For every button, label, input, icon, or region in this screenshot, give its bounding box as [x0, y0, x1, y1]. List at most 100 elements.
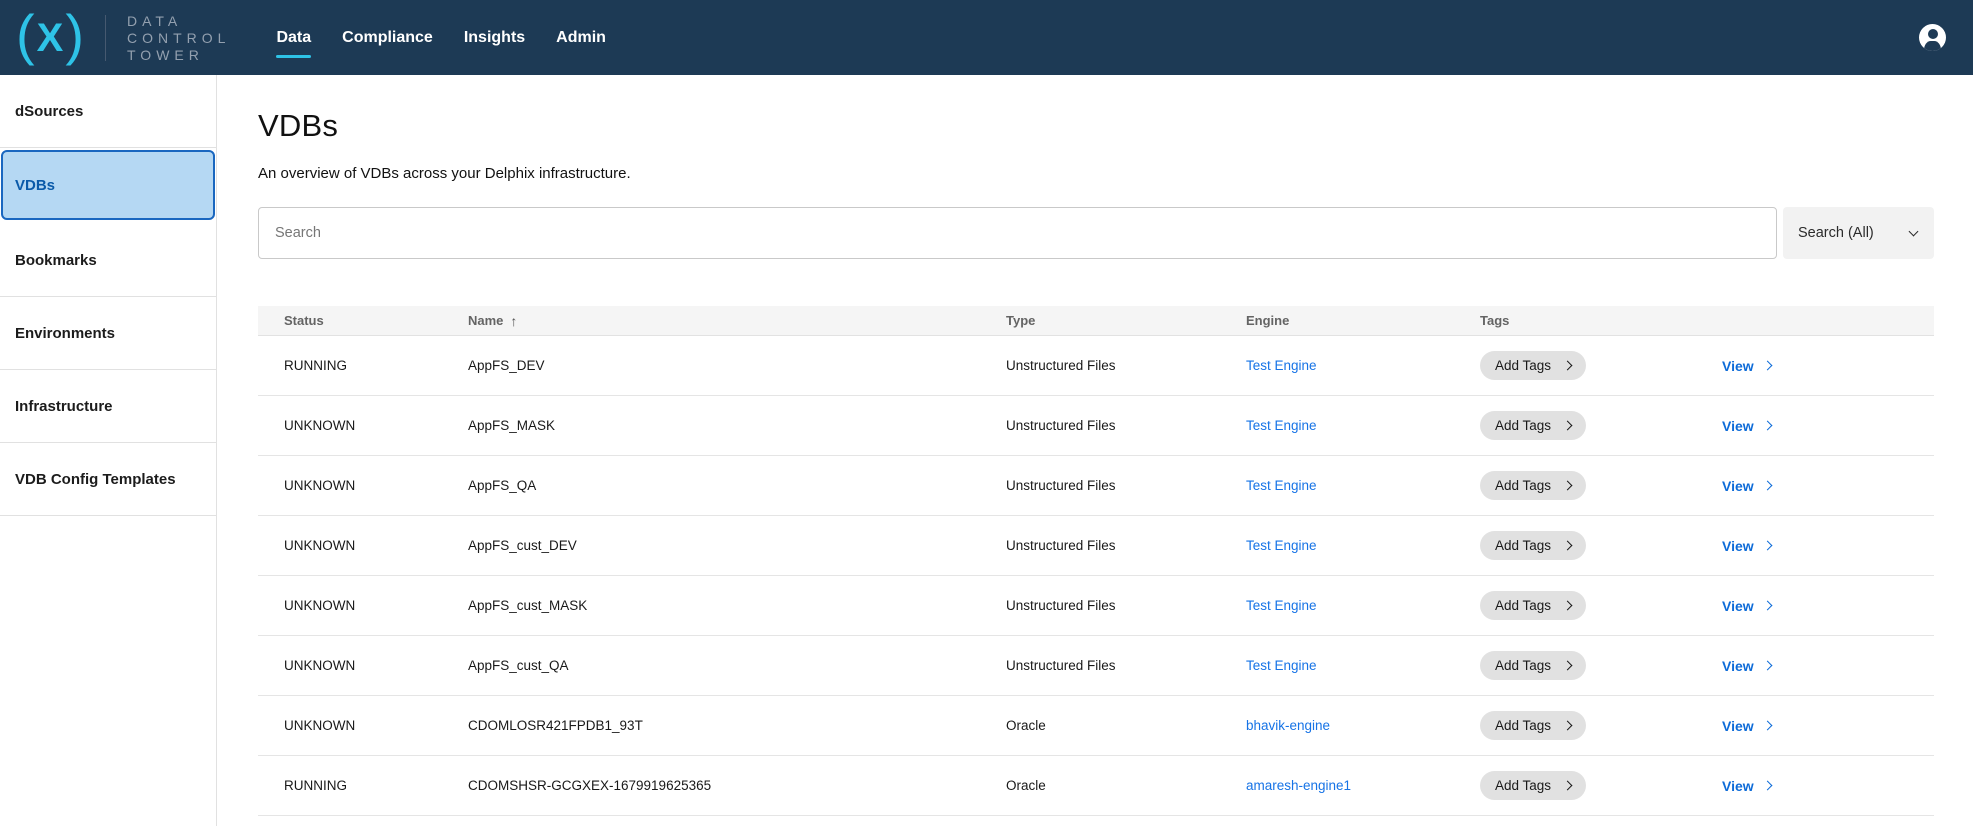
sidebar-item-label: VDB Config Templates: [15, 471, 176, 488]
account-icon-body: [1924, 41, 1941, 51]
view-label: View: [1722, 358, 1754, 374]
engine-link[interactable]: bhavik-engine: [1246, 718, 1330, 733]
add-tags-label: Add Tags: [1495, 478, 1551, 493]
add-tags-button[interactable]: Add Tags: [1480, 351, 1586, 380]
sidebar-item-vdbs[interactable]: VDBs: [0, 150, 216, 224]
type-cell: Unstructured Files: [1006, 598, 1246, 613]
nav-tab-data[interactable]: Data: [276, 29, 311, 47]
view-link[interactable]: View: [1722, 718, 1771, 734]
sidebar-item-dsources[interactable]: dSources: [0, 75, 216, 148]
add-tags-label: Add Tags: [1495, 778, 1551, 793]
add-tags-button[interactable]: Add Tags: [1480, 591, 1586, 620]
name-cell: AppFS_MASK: [468, 418, 1006, 433]
sidebar-item-label: VDBs: [15, 177, 55, 194]
column-header-engine[interactable]: Engine: [1246, 313, 1480, 328]
account-icon[interactable]: [1919, 24, 1946, 51]
view-link[interactable]: View: [1722, 598, 1771, 614]
logo-divider: [105, 15, 106, 61]
column-header-name[interactable]: Name ↑: [468, 313, 1006, 329]
logo-paren: (: [16, 7, 35, 63]
table-header-row: Status Name ↑ Type Engine Tags: [258, 306, 1934, 336]
column-header-tags[interactable]: Tags: [1480, 313, 1722, 328]
sidebar-item-environments[interactable]: Environments: [0, 297, 216, 370]
type-cell: Oracle: [1006, 778, 1246, 793]
view-link[interactable]: View: [1722, 778, 1771, 794]
add-tags-label: Add Tags: [1495, 358, 1551, 373]
table-body: RUNNING AppFS_DEV Unstructured Files Tes…: [258, 336, 1934, 816]
wordmark-line: DATA: [127, 13, 230, 29]
column-header-status[interactable]: Status: [284, 313, 468, 328]
chevron-right-icon: [1563, 541, 1573, 551]
sidebar-active-highlight: VDBs: [1, 150, 215, 220]
chevron-right-icon: [1762, 601, 1772, 611]
engine-link[interactable]: Test Engine: [1246, 658, 1317, 673]
search-input[interactable]: [258, 207, 1777, 259]
chevron-right-icon: [1563, 481, 1573, 491]
sidebar-item-vdb-config-templates[interactable]: VDB Config Templates: [0, 443, 216, 516]
view-link[interactable]: View: [1722, 538, 1771, 554]
name-cell: CDOMSHSR-GCGXEX-1679919625365: [468, 778, 1006, 793]
status-cell: UNKNOWN: [284, 538, 468, 553]
wordmark-line: CONTROL: [127, 30, 230, 46]
add-tags-button[interactable]: Add Tags: [1480, 771, 1586, 800]
sidebar-item-label: dSources: [15, 103, 83, 120]
engine-link[interactable]: Test Engine: [1246, 358, 1317, 373]
name-cell: CDOMLOSR421FPDB1_93T: [468, 718, 1006, 733]
chevron-right-icon: [1762, 661, 1772, 671]
view-link[interactable]: View: [1722, 478, 1771, 494]
sidebar-item-bookmarks[interactable]: Bookmarks: [0, 224, 216, 297]
view-label: View: [1722, 658, 1754, 674]
add-tags-label: Add Tags: [1495, 418, 1551, 433]
type-cell: Oracle: [1006, 718, 1246, 733]
nav-tab-compliance[interactable]: Compliance: [342, 29, 433, 47]
engine-link[interactable]: Test Engine: [1246, 478, 1317, 493]
view-link[interactable]: View: [1722, 658, 1771, 674]
nav-tab-admin[interactable]: Admin: [556, 29, 606, 47]
table-row: UNKNOWN AppFS_cust_MASK Unstructured Fil…: [258, 576, 1934, 636]
engine-link[interactable]: Test Engine: [1246, 538, 1317, 553]
add-tags-button[interactable]: Add Tags: [1480, 711, 1586, 740]
type-cell: Unstructured Files: [1006, 658, 1246, 673]
type-cell: Unstructured Files: [1006, 358, 1246, 373]
delphix-logo-icon: ( X ): [16, 10, 84, 66]
type-cell: Unstructured Files: [1006, 478, 1246, 493]
chevron-right-icon: [1762, 781, 1772, 791]
top-navbar: ( X ) DATA CONTROL TOWER Data Compliance…: [0, 0, 1973, 75]
add-tags-label: Add Tags: [1495, 718, 1551, 733]
search-row: Search (All): [258, 207, 1934, 259]
view-label: View: [1722, 538, 1754, 554]
search-scope-dropdown[interactable]: Search (All): [1783, 207, 1934, 259]
name-cell: AppFS_cust_DEV: [468, 538, 1006, 553]
chevron-right-icon: [1563, 421, 1573, 431]
chevron-right-icon: [1563, 361, 1573, 371]
chevron-right-icon: [1563, 661, 1573, 671]
logo-paren: ): [65, 7, 84, 63]
table-row: RUNNING CDOMSHSR-GCGXEX-1679919625365 Or…: [258, 756, 1934, 816]
engine-link[interactable]: Test Engine: [1246, 418, 1317, 433]
name-cell: AppFS_DEV: [468, 358, 1006, 373]
status-cell: UNKNOWN: [284, 718, 468, 733]
logo-x: X: [37, 18, 64, 58]
view-link[interactable]: View: [1722, 358, 1771, 374]
view-label: View: [1722, 778, 1754, 794]
nav-tab-insights[interactable]: Insights: [464, 29, 525, 47]
engine-link[interactable]: amaresh-engine1: [1246, 778, 1351, 793]
add-tags-button[interactable]: Add Tags: [1480, 531, 1586, 560]
sidebar-item-infrastructure[interactable]: Infrastructure: [0, 370, 216, 443]
column-header-type[interactable]: Type: [1006, 313, 1246, 328]
view-link[interactable]: View: [1722, 418, 1771, 434]
status-cell: UNKNOWN: [284, 598, 468, 613]
table-row: UNKNOWN CDOMLOSR421FPDB1_93T Oracle bhav…: [258, 696, 1934, 756]
engine-link[interactable]: Test Engine: [1246, 598, 1317, 613]
main-content: VDBs An overview of VDBs across your Del…: [217, 75, 1973, 826]
add-tags-button[interactable]: Add Tags: [1480, 471, 1586, 500]
add-tags-button[interactable]: Add Tags: [1480, 651, 1586, 680]
chevron-right-icon: [1563, 781, 1573, 791]
column-header-name-label: Name: [468, 313, 503, 328]
add-tags-button[interactable]: Add Tags: [1480, 411, 1586, 440]
chevron-right-icon: [1762, 481, 1772, 491]
name-cell: AppFS_cust_QA: [468, 658, 1006, 673]
search-scope-label: Search (All): [1798, 225, 1874, 241]
add-tags-label: Add Tags: [1495, 658, 1551, 673]
table-row: RUNNING AppFS_DEV Unstructured Files Tes…: [258, 336, 1934, 396]
